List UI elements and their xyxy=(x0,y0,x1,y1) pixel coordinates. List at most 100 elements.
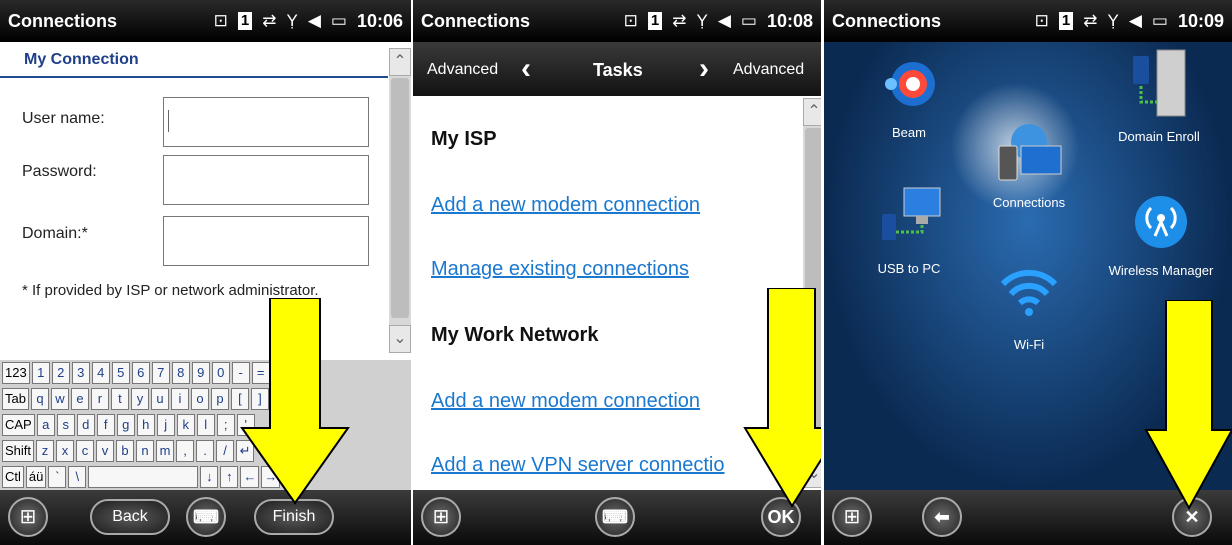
key[interactable]: o xyxy=(190,388,209,410)
key[interactable]: b xyxy=(116,440,135,462)
back-button[interactable]: Back xyxy=(90,499,170,535)
key[interactable]: Tab xyxy=(2,388,29,410)
key[interactable]: y xyxy=(130,388,149,410)
windows-start-icon[interactable]: ⊞ xyxy=(8,497,48,537)
key[interactable]: ` xyxy=(48,466,67,488)
device-icon: ⊡ xyxy=(1034,11,1049,30)
key[interactable]: x xyxy=(56,440,75,462)
key[interactable]: h xyxy=(136,414,155,436)
tasks-header: Advanced ‹ Tasks › Advanced xyxy=(413,42,821,96)
chevron-left-icon[interactable]: ‹ xyxy=(521,52,531,86)
scroll-thumb[interactable] xyxy=(391,78,409,318)
key[interactable]: t xyxy=(110,388,129,410)
key[interactable]: ↓ xyxy=(200,466,219,488)
key[interactable]: \ xyxy=(68,466,87,488)
back-arrow-icon[interactable]: ⬅ xyxy=(922,497,962,537)
chevron-right-icon[interactable]: › xyxy=(699,52,709,86)
vertical-scrollbar[interactable]: ⌃ ⌄ xyxy=(389,48,411,353)
password-label: Password: xyxy=(22,163,97,180)
key[interactable]: 3 xyxy=(71,362,90,384)
app-connections[interactable]: Connections xyxy=(964,120,1094,210)
advanced-tab-left[interactable]: Advanced xyxy=(427,61,498,79)
key[interactable]: 7 xyxy=(151,362,170,384)
key[interactable]: l xyxy=(196,414,215,436)
advanced-tab-right[interactable]: Advanced xyxy=(733,61,804,79)
notification-count-icon: 1 xyxy=(1058,12,1074,30)
key[interactable]: n xyxy=(136,440,155,462)
windows-start-icon[interactable]: ⊞ xyxy=(832,497,872,537)
link-manage-connections[interactable]: Manage existing connections xyxy=(431,258,689,281)
key[interactable] xyxy=(88,466,199,488)
status-time: 10:06 xyxy=(356,10,403,31)
app-beam[interactable]: Beam xyxy=(854,52,964,140)
key[interactable]: 6 xyxy=(131,362,150,384)
windows-start-icon[interactable]: ⊞ xyxy=(421,497,461,537)
domain-enroll-icon xyxy=(1133,49,1186,117)
scroll-down-button[interactable]: ⌄ xyxy=(389,325,411,353)
key[interactable]: / xyxy=(216,440,235,462)
key[interactable]: ; xyxy=(216,414,235,436)
keyboard-icon[interactable]: ⌨ xyxy=(186,497,226,537)
notification-count-icon: 1 xyxy=(237,12,253,30)
key[interactable]: j xyxy=(156,414,175,436)
password-field[interactable] xyxy=(163,155,369,205)
key[interactable]: c xyxy=(76,440,95,462)
key[interactable]: q xyxy=(30,388,49,410)
key[interactable]: p xyxy=(210,388,229,410)
keyboard-icon[interactable]: ⌨ xyxy=(595,497,635,537)
app-domain-enroll[interactable]: Domain Enroll xyxy=(1094,46,1224,144)
app-label: Connections xyxy=(992,195,1066,210)
key[interactable]: 8 xyxy=(171,362,190,384)
key[interactable]: 9 xyxy=(191,362,210,384)
battery-icon: ▭ xyxy=(1151,11,1168,30)
key[interactable]: áü xyxy=(25,466,47,488)
key[interactable]: s xyxy=(56,414,75,436)
key[interactable]: f xyxy=(96,414,115,436)
page-title: My Connection xyxy=(24,51,139,68)
key[interactable]: Shift xyxy=(2,440,35,462)
link-add-modem-work[interactable]: Add a new modem connection xyxy=(431,390,700,413)
key[interactable]: 2 xyxy=(51,362,70,384)
key[interactable]: 5 xyxy=(111,362,130,384)
link-add-vpn[interactable]: Add a new VPN server connectio xyxy=(431,454,725,477)
key[interactable]: u xyxy=(150,388,169,410)
key[interactable]: 4 xyxy=(91,362,110,384)
key[interactable]: k xyxy=(176,414,195,436)
key[interactable]: v xyxy=(96,440,115,462)
key[interactable]: z xyxy=(36,440,55,462)
key[interactable]: 0 xyxy=(211,362,230,384)
app-label: Beam xyxy=(892,125,926,140)
volume-icon: ◀ xyxy=(307,11,321,30)
section-heading-isp: My ISP xyxy=(431,128,497,150)
app-label: Wireless Manager xyxy=(1108,263,1214,278)
key[interactable]: w xyxy=(50,388,69,410)
key[interactable]: , xyxy=(176,440,195,462)
username-field[interactable] xyxy=(163,97,369,147)
key[interactable]: 1 xyxy=(31,362,50,384)
link-add-modem-isp[interactable]: Add a new modem connection xyxy=(431,194,700,217)
key[interactable]: Ctl xyxy=(2,466,24,488)
app-usb-to-pc[interactable]: USB to PC xyxy=(854,184,964,276)
scroll-up-button[interactable]: ⌃ xyxy=(803,98,821,126)
data-transfer-icon: ⇄ xyxy=(262,11,277,30)
key[interactable]: i xyxy=(170,388,189,410)
key[interactable]: . xyxy=(196,440,215,462)
key[interactable]: m xyxy=(156,440,175,462)
key[interactable]: d xyxy=(76,414,95,436)
page-header: My Connection xyxy=(0,44,388,78)
key[interactable]: CAP xyxy=(2,414,35,436)
yellow-arrow-pointer xyxy=(743,288,821,508)
battery-icon: ▭ xyxy=(330,11,347,30)
volume-icon: ◀ xyxy=(717,11,731,30)
key[interactable]: 123 xyxy=(2,362,30,384)
key[interactable]: ↑ xyxy=(220,466,239,488)
key[interactable]: r xyxy=(90,388,109,410)
key[interactable]: a xyxy=(36,414,55,436)
key[interactable]: e xyxy=(70,388,89,410)
scroll-up-button[interactable]: ⌃ xyxy=(389,48,411,76)
key[interactable]: g xyxy=(116,414,135,436)
app-wireless-manager[interactable]: Wireless Manager xyxy=(1096,190,1226,278)
tasks-title: Tasks xyxy=(593,60,643,80)
domain-field[interactable] xyxy=(163,216,369,266)
app-wifi[interactable]: Wi-Fi xyxy=(974,258,1084,352)
